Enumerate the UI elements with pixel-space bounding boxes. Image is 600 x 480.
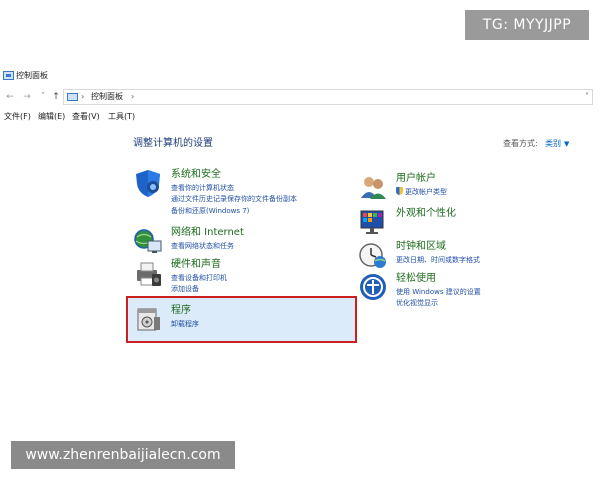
link-optimize-display[interactable]: 优化视觉显示 xyxy=(396,298,438,309)
chevron-down-icon[interactable]: ▼ xyxy=(564,138,569,150)
link-backup-restore[interactable]: 备份和还原(Windows 7) xyxy=(171,206,249,217)
watermark-top: TG: MYYJJPP xyxy=(465,10,589,40)
category-title[interactable]: 系统和安全 xyxy=(171,168,221,182)
category-title[interactable]: 轻松使用 xyxy=(396,272,436,286)
title-bar: 控制面板 xyxy=(0,70,600,84)
page-title: 调整计算机的设置 xyxy=(133,138,213,149)
category-title[interactable]: 硬件和声音 xyxy=(171,258,221,272)
ease-of-access-icon xyxy=(360,274,386,300)
programs-icon xyxy=(137,308,160,331)
breadcrumb-control-panel[interactable]: 控制面板 xyxy=(91,91,123,103)
appearance-icon xyxy=(360,210,384,234)
link-change-account-type[interactable]: 更改帐户类型 xyxy=(396,187,447,198)
network-icon xyxy=(134,229,162,253)
category-title[interactable]: 程序 xyxy=(171,304,191,318)
category-hardware-sound[interactable]: 硬件和声音 查看设备和打印机 添加设备 xyxy=(133,258,353,294)
link-network-status[interactable]: 查看网络状态和任务 xyxy=(171,241,234,252)
window-title: 控制面板 xyxy=(16,71,48,80)
menu-tools[interactable]: 工具(T) xyxy=(108,110,135,124)
category-programs[interactable]: 程序 卸载程序 xyxy=(133,304,353,334)
category-user-accounts[interactable]: 用户帐户 更改帐户类型 xyxy=(358,172,558,200)
category-appearance[interactable]: 外观和个性化 xyxy=(358,207,558,235)
clock-icon xyxy=(359,243,386,268)
menu-edit[interactable]: 编辑(E) xyxy=(38,110,65,124)
link-add-device[interactable]: 添加设备 xyxy=(171,284,199,295)
link-view-status[interactable]: 查看你的计算机状态 xyxy=(171,183,234,194)
category-title[interactable]: 用户帐户 xyxy=(396,172,436,186)
address-dropdown-icon[interactable]: ˅ xyxy=(585,91,589,103)
menu-bar: 文件(F) 编辑(E) 查看(V) 工具(T) xyxy=(0,110,600,124)
up-arrow-icon[interactable]: ↑ xyxy=(51,91,61,103)
breadcrumb-separator-icon: › xyxy=(81,92,85,101)
link-recommended-settings[interactable]: 使用 Windows 建议的设置 xyxy=(396,287,481,298)
breadcrumb-separator-icon: › xyxy=(131,92,135,101)
view-by-label: 查看方式: xyxy=(503,139,538,148)
menu-view[interactable]: 查看(V) xyxy=(72,110,100,124)
link-change-date-format[interactable]: 更改日期、时间或数字格式 xyxy=(396,255,480,266)
link-file-history[interactable]: 通过文件历史记录保存你的文件备份副本 xyxy=(171,194,297,205)
link-label: 更改帐户类型 xyxy=(405,188,447,196)
control-panel-icon xyxy=(67,93,78,101)
category-network-internet[interactable]: 网络和 Internet 查看网络状态和任务 xyxy=(133,226,353,254)
category-title[interactable]: 网络和 Internet xyxy=(171,226,244,240)
shield-icon xyxy=(136,170,160,197)
address-bar[interactable]: › 控制面板 › ˅ xyxy=(63,89,593,105)
category-clock-region[interactable]: 时钟和区域 更改日期、时间或数字格式 xyxy=(358,240,558,268)
link-devices-printers[interactable]: 查看设备和打印机 xyxy=(171,273,227,284)
back-arrow-icon[interactable]: ← xyxy=(5,91,15,103)
uac-shield-icon xyxy=(396,187,403,195)
category-ease-of-access[interactable]: 轻松使用 使用 Windows 建议的设置 优化视觉显示 xyxy=(358,272,558,308)
watermark-bottom: www.zhenrenbaijialecn.com xyxy=(11,441,235,469)
users-icon xyxy=(361,177,386,199)
link-uninstall-program[interactable]: 卸载程序 xyxy=(171,319,199,330)
view-by-dropdown[interactable]: 类别 xyxy=(545,138,561,150)
forward-arrow-icon[interactable]: → xyxy=(22,91,32,103)
printer-icon xyxy=(137,262,161,286)
control-panel-icon xyxy=(3,71,14,80)
navigation-bar: ← → ˅ ↑ › 控制面板 › ˅ xyxy=(0,88,600,106)
menu-file[interactable]: 文件(F) xyxy=(4,110,31,124)
recent-locations-icon[interactable]: ˅ xyxy=(38,91,48,103)
category-system-security[interactable]: 系统和安全 查看你的计算机状态 通过文件历史记录保存你的文件备份副本 备份和还原… xyxy=(133,168,353,220)
category-title[interactable]: 时钟和区域 xyxy=(396,240,446,254)
category-title[interactable]: 外观和个性化 xyxy=(396,207,456,221)
